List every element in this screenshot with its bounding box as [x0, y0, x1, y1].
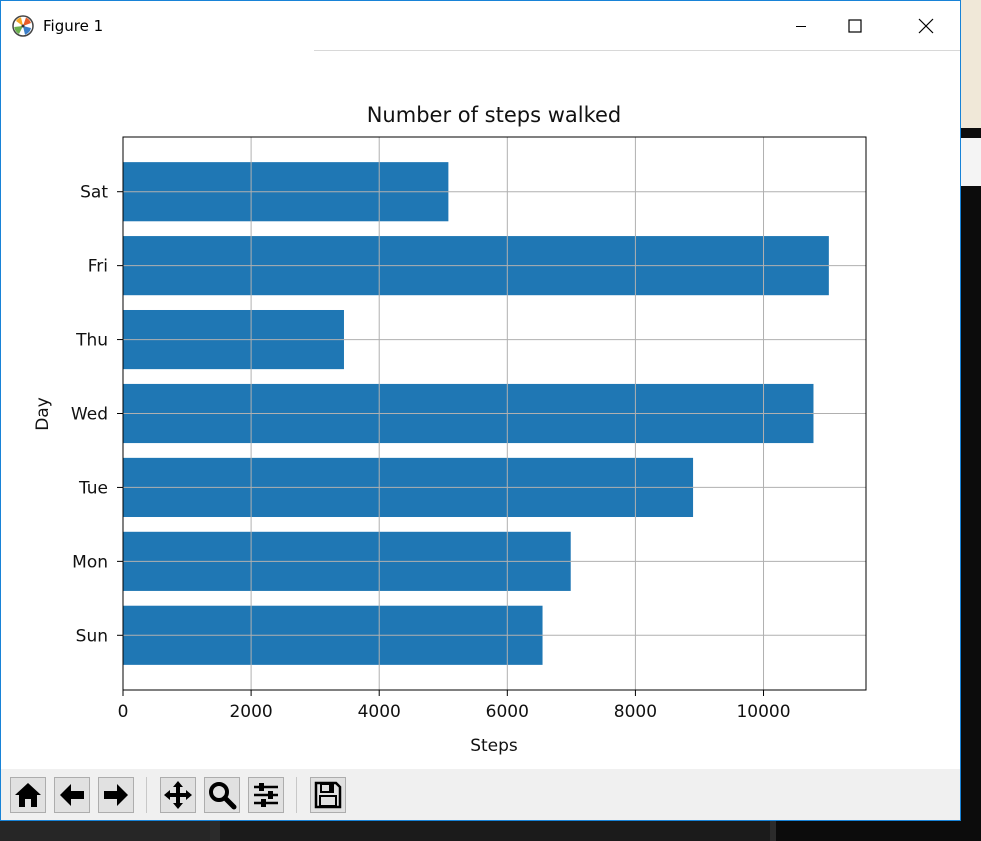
background-text-fragment: [961, 210, 981, 230]
zoom-button[interactable]: [204, 777, 240, 813]
background-text-fragment: [961, 380, 981, 400]
title-bar[interactable]: Figure 1: [1, 1, 960, 51]
y-tick-label: Thu: [75, 331, 108, 351]
toolbar-separator: [146, 777, 147, 813]
window-title: Figure 1: [43, 17, 104, 35]
configure-subplots-button[interactable]: [248, 777, 284, 813]
y-tick-label: Fri: [88, 257, 108, 277]
chart-title: Number of steps walked: [367, 103, 622, 127]
y-axis-label: Day: [33, 397, 53, 431]
figure-canvas[interactable]: 0 2000 4000 6000 8000 10000 Sun Mon Tue Wed Thu Fri…: [1, 51, 960, 769]
figure-window: Figure 1 0 2000 4000 6000 8000 10000 Sun Mon Tue…: [0, 0, 961, 821]
matplotlib-icon: [12, 15, 34, 37]
save-button[interactable]: [310, 777, 346, 813]
x-tick-label: 0: [118, 702, 129, 722]
background-text-fragment: [961, 455, 981, 475]
background-address-fragment: [961, 138, 981, 186]
save-icon: [314, 781, 342, 809]
background-taskbar-peek: [0, 821, 981, 841]
x-tick-label: 10000: [736, 702, 790, 722]
background-text-fragment: [961, 760, 981, 780]
home-icon: [15, 783, 41, 807]
background-terminal-peek: [961, 0, 981, 841]
x-axis-label: Steps: [470, 736, 518, 756]
background-terminal-line: [776, 821, 981, 841]
pan-icon: [164, 781, 192, 809]
y-tick-label: Wed: [71, 405, 108, 425]
configure-subplots-icon: [254, 783, 278, 807]
x-tick-label: 6000: [486, 702, 529, 722]
background-text-fragment: [961, 290, 981, 310]
toolbar-separator: [296, 777, 297, 813]
background-panel: [0, 821, 210, 841]
y-tick-label: Mon: [72, 552, 108, 572]
background-panel: [220, 821, 770, 841]
forward-arrow-icon: [104, 784, 128, 806]
back-arrow-icon: [60, 784, 84, 806]
background-text-fragment: [961, 540, 981, 560]
y-tick-label: Sat: [80, 183, 108, 203]
y-tick-label: Tue: [78, 478, 108, 498]
background-text-fragment: [961, 690, 981, 710]
close-button[interactable]: [903, 1, 949, 51]
maximize-icon: [848, 19, 862, 33]
x-tick-label: 2000: [229, 702, 272, 722]
zoom-icon: [209, 782, 237, 810]
back-button[interactable]: [54, 777, 90, 813]
bar-chart: 0 2000 4000 6000 8000 10000 Sun Mon Tue Wed Thu Fri…: [33, 103, 867, 756]
forward-button[interactable]: [98, 777, 134, 813]
navigation-toolbar: [1, 769, 960, 820]
pan-button[interactable]: [160, 777, 196, 813]
minimize-button[interactable]: [778, 1, 824, 51]
minimize-icon: [796, 26, 806, 27]
home-button[interactable]: [10, 777, 46, 813]
maximize-button[interactable]: [832, 1, 878, 51]
y-tick-label: Sun: [76, 626, 108, 646]
x-tick-label: 4000: [358, 702, 401, 722]
background-text-fragment: [961, 620, 981, 640]
close-icon: [918, 18, 934, 34]
background-window-fragment: [961, 0, 981, 128]
x-tick-label: 8000: [614, 702, 657, 722]
